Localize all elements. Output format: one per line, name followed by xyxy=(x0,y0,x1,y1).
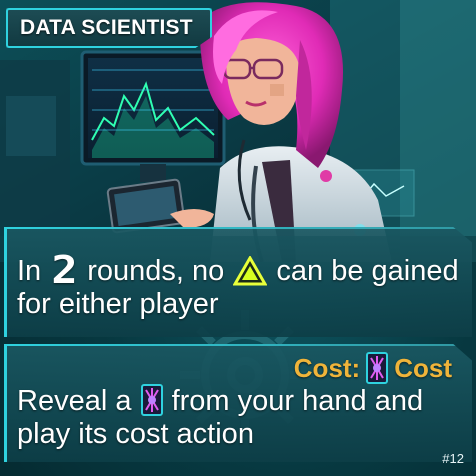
action-text: Reveal a from your hand and play its cos… xyxy=(17,384,472,451)
effect-text: In 2 rounds, no can be gained for either… xyxy=(17,248,472,321)
card-title-tag: DATA SCIENTIST xyxy=(6,8,212,48)
effect-panel: In 2 rounds, no can be gained for either… xyxy=(4,227,472,337)
game-card[interactable]: DATA SCIENTIST In 2 rounds, no can be ga… xyxy=(0,0,476,476)
card-number: #12 xyxy=(442,451,464,466)
cost-label: Cost: xyxy=(293,352,361,383)
effect-text-middle: rounds, no xyxy=(87,255,225,287)
cost-word: Cost xyxy=(394,352,452,383)
effect-text-before: In xyxy=(17,255,42,287)
data-card-icon xyxy=(366,352,389,384)
action-text-before: Reveal a xyxy=(17,385,132,417)
card-title: DATA SCIENTIST xyxy=(20,16,193,39)
action-panel: Cost: Cost Reveal a from your hand and p… xyxy=(4,344,472,462)
cost-line: Cost: Cost xyxy=(294,352,452,384)
data-card-icon xyxy=(140,384,163,416)
triangle-warning-icon xyxy=(233,256,268,286)
rounds-count: 2 xyxy=(51,248,78,292)
